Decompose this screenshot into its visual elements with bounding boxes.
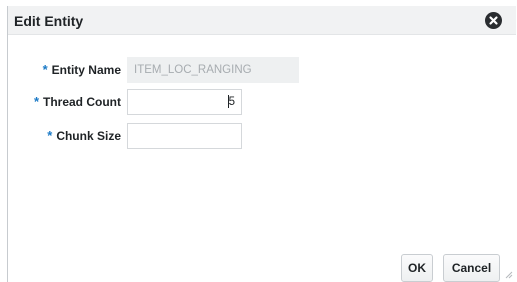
thread-count-label: * Thread Count bbox=[34, 89, 121, 115]
chunk-size-row: * Chunk Size bbox=[8, 123, 121, 149]
required-marker: * bbox=[33, 94, 39, 109]
chunk-size-label-text: Chunk Size bbox=[56, 129, 121, 143]
required-marker: * bbox=[47, 128, 53, 143]
thread-count-input[interactable]: 5 bbox=[127, 89, 242, 115]
thread-count-row: * Thread Count bbox=[8, 89, 121, 115]
resize-grip-icon[interactable] bbox=[505, 271, 513, 279]
thread-count-value: 5 bbox=[228, 96, 235, 108]
edit-entity-dialog: Edit Entity * Entity Name ITEM_LOC_RANGIN… bbox=[7, 6, 516, 282]
close-icon[interactable] bbox=[485, 12, 502, 29]
thread-count-label-text: Thread Count bbox=[43, 95, 121, 109]
dialog-titlebar: Edit Entity bbox=[8, 6, 516, 35]
entity-name-label-text: Entity Name bbox=[51, 63, 121, 77]
chunk-size-input[interactable] bbox=[127, 123, 242, 149]
required-marker: * bbox=[42, 62, 48, 77]
entity-name-row: * Entity Name bbox=[8, 57, 121, 83]
cancel-button[interactable]: Cancel bbox=[443, 254, 500, 282]
entity-name-label: * Entity Name bbox=[43, 57, 121, 83]
dialog-title: Edit Entity bbox=[14, 13, 84, 29]
entity-name-field: ITEM_LOC_RANGING bbox=[127, 57, 299, 83]
chunk-size-label: * Chunk Size bbox=[47, 123, 121, 149]
ok-button[interactable]: OK bbox=[401, 254, 433, 282]
